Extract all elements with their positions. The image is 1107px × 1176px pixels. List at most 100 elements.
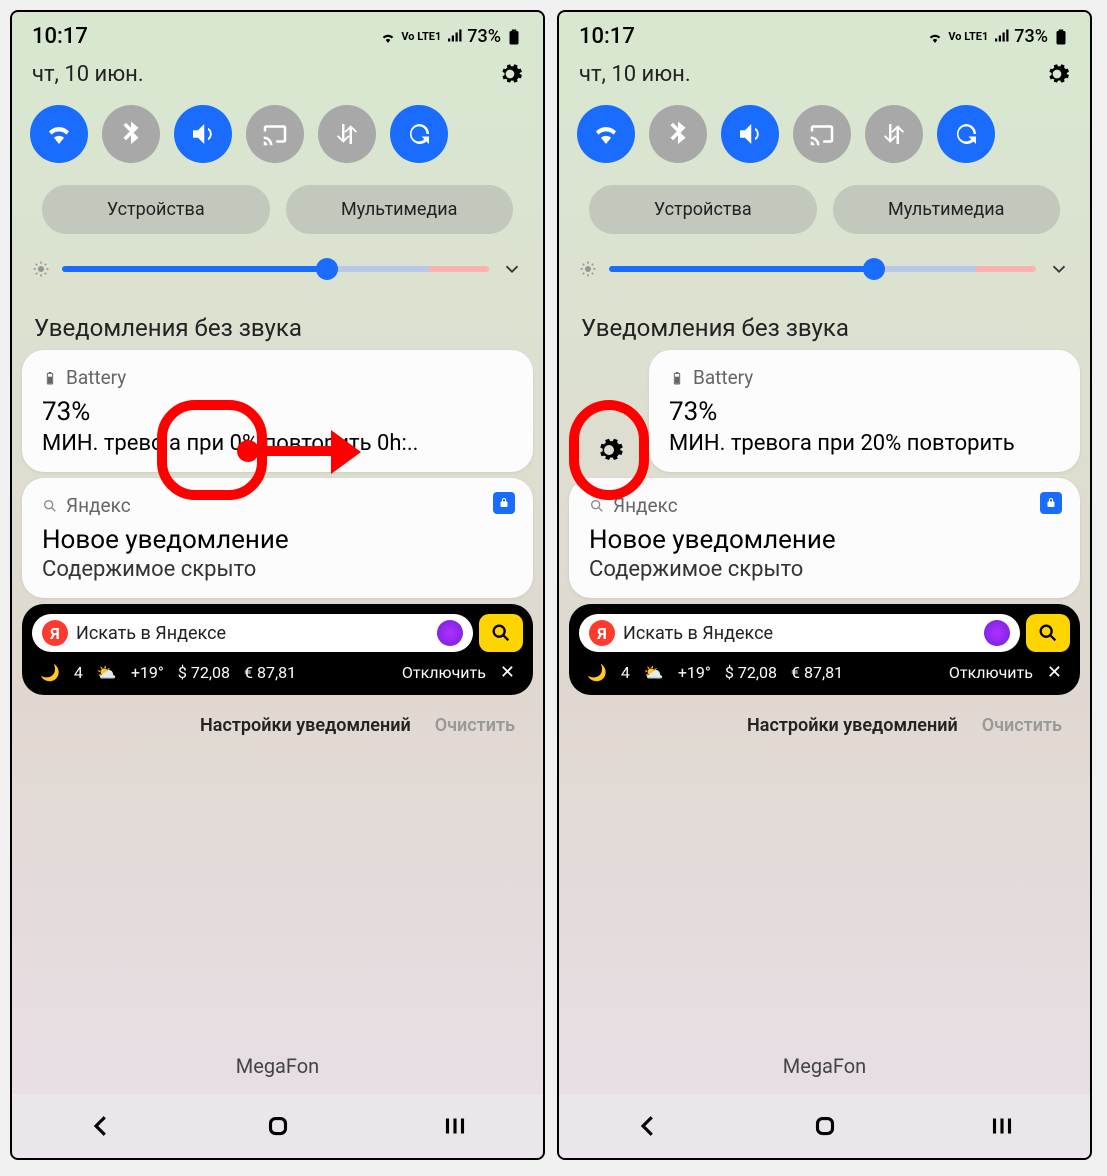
lock-badge-icon <box>1040 492 1062 514</box>
clear-all-button[interactable]: Очистить <box>435 715 515 736</box>
expand-chevron-icon[interactable] <box>501 258 523 280</box>
recents-button[interactable] <box>987 1111 1017 1141</box>
battery-notification-shifted[interactable]: Battery 73% МИН. тревога при 20% повтори… <box>649 350 1080 472</box>
quick-toggle-row <box>559 95 1090 173</box>
yandex-notif-body: Содержимое скрыто <box>589 557 1060 582</box>
search-icon <box>589 498 605 514</box>
battery-icon <box>505 28 523 46</box>
brightness-icon <box>32 260 50 278</box>
yandex-notification[interactable]: Яндекс Новое уведомление Содержимое скры… <box>22 478 533 598</box>
silent-section-header: Уведомления без звука <box>559 296 1090 350</box>
battery-app-icon <box>669 370 685 386</box>
notification-settings-gear-icon[interactable] <box>594 435 624 465</box>
bluetooth-toggle[interactable] <box>102 105 160 163</box>
sound-toggle[interactable] <box>174 105 232 163</box>
signal-icon <box>445 28 463 46</box>
wifi-toggle[interactable] <box>30 105 88 163</box>
network-label: Vo LTE1 <box>948 30 988 43</box>
yandex-search-input[interactable]: Я Искать в Яндексе <box>32 614 473 652</box>
sound-toggle[interactable] <box>721 105 779 163</box>
cast-toggle[interactable] <box>793 105 851 163</box>
media-button[interactable]: Мультимедиа <box>833 185 1061 234</box>
battery-body: МИН. тревога при 20% повторить <box>669 431 1060 456</box>
search-placeholder: Искать в Яндексе <box>623 623 976 644</box>
notification-settings-link[interactable]: Настройки уведомлений <box>747 715 958 736</box>
yandex-search-widget: Я Искать в Яндексе 🌙 4 ⛅ +19° $ 72,08 € … <box>569 604 1080 695</box>
yandex-search-input[interactable]: Я Искать в Яндексе <box>579 614 1020 652</box>
wifi-icon <box>926 28 944 46</box>
battery-percent-title: 73% <box>42 397 513 427</box>
settings-gear-icon[interactable] <box>497 61 523 87</box>
disable-link[interactable]: Отключить <box>402 663 486 682</box>
battery-app-name: Battery <box>66 366 126 389</box>
slider-thumb[interactable] <box>863 258 885 280</box>
network-label: Vo LTE1 <box>401 30 441 43</box>
search-icon <box>42 498 58 514</box>
date-text: чт, 10 июн. <box>579 62 691 87</box>
search-placeholder: Искать в Яндексе <box>76 623 429 644</box>
carrier-label: MegaFon <box>559 1054 1090 1078</box>
brightness-slider[interactable] <box>609 266 1036 272</box>
battery-percent: 73% <box>467 26 501 47</box>
status-icons: Vo LTE1 73% <box>379 26 523 47</box>
silent-section-header: Уведомления без звука <box>12 296 543 350</box>
brightness-slider-row <box>559 242 1090 296</box>
media-button[interactable]: Мультимедиа <box>286 185 514 234</box>
eur-rate: € 87,81 <box>244 663 296 682</box>
disable-link[interactable]: Отключить <box>949 663 1033 682</box>
data-toggle[interactable] <box>865 105 923 163</box>
wallpaper-blur <box>12 842 543 1088</box>
settings-gear-icon[interactable] <box>1044 61 1070 87</box>
expand-chevron-icon[interactable] <box>1048 258 1070 280</box>
search-button[interactable] <box>1026 614 1070 652</box>
brightness-slider[interactable] <box>62 266 489 272</box>
wifi-toggle[interactable] <box>577 105 635 163</box>
rotate-toggle[interactable] <box>390 105 448 163</box>
yandex-notif-title: Новое уведомление <box>589 525 1060 555</box>
yandex-notification[interactable]: Яндекс Новое уведомление Содержимое скры… <box>569 478 1080 598</box>
data-toggle[interactable] <box>318 105 376 163</box>
weather-cloud-icon: ⛅ <box>644 663 664 682</box>
close-icon[interactable]: ✕ <box>500 662 515 683</box>
rotate-toggle[interactable] <box>937 105 995 163</box>
back-button[interactable] <box>86 1111 116 1141</box>
alice-voice-icon[interactable] <box>984 620 1010 646</box>
bluetooth-toggle[interactable] <box>649 105 707 163</box>
battery-notification[interactable]: Battery 73% МИН. трево а при 0% повторит… <box>22 350 533 472</box>
eur-rate: € 87,81 <box>791 663 843 682</box>
brightness-icon <box>579 260 597 278</box>
clear-all-button[interactable]: Очистить <box>982 715 1062 736</box>
devices-button[interactable]: Устройства <box>589 185 817 234</box>
slider-thumb[interactable] <box>316 258 338 280</box>
status-bar: 10:17 Vo LTE1 73% <box>12 12 543 53</box>
quick-toggle-row <box>12 95 543 173</box>
home-button[interactable] <box>810 1111 840 1141</box>
battery-icon <box>1052 28 1070 46</box>
phone-screenshot-right: 10:17 Vo LTE1 73% чт, 10 июн. Устройства… <box>557 10 1092 1160</box>
navigation-bar <box>559 1094 1090 1158</box>
search-button[interactable] <box>479 614 523 652</box>
notification-settings-link[interactable]: Настройки уведомлений <box>200 715 411 736</box>
back-button[interactable] <box>633 1111 663 1141</box>
battery-percent-title: 73% <box>669 397 1060 427</box>
weather-moon-icon: 🌙 <box>40 663 60 682</box>
temperature: +19° <box>678 663 711 682</box>
weather-cloud-icon: ⛅ <box>97 663 117 682</box>
lock-badge-icon <box>493 492 515 514</box>
devices-button[interactable]: Устройства <box>42 185 270 234</box>
brightness-slider-row <box>12 242 543 296</box>
signal-icon <box>992 28 1010 46</box>
navigation-bar <box>12 1094 543 1158</box>
close-icon[interactable]: ✕ <box>1047 662 1062 683</box>
yandex-notif-title: Новое уведомление <box>42 525 513 555</box>
wallpaper-blur <box>559 842 1090 1088</box>
battery-app-name: Battery <box>693 366 753 389</box>
home-button[interactable] <box>263 1111 293 1141</box>
alice-voice-icon[interactable] <box>437 620 463 646</box>
battery-body: МИН. трево а при 0% повторить 0h:.. <box>42 431 513 456</box>
date-text: чт, 10 июн. <box>32 62 144 87</box>
yandex-app-name: Яндекс <box>66 494 131 517</box>
cast-toggle[interactable] <box>246 105 304 163</box>
recents-button[interactable] <box>440 1111 470 1141</box>
status-icons: Vo LTE1 73% <box>926 26 1070 47</box>
